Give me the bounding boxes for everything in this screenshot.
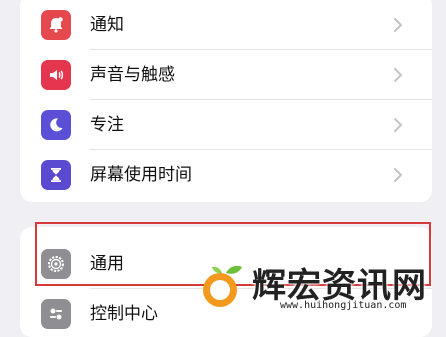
settings-group-1: 通知 声音与触感 专注 屏幕使用时间 xyxy=(20,0,432,202)
moon-icon xyxy=(41,110,71,140)
settings-row-focus[interactable]: 专注 xyxy=(20,100,432,150)
chevron-right-icon xyxy=(394,118,402,132)
control-center-icon xyxy=(41,299,71,329)
settings-row-label: 控制中心 xyxy=(90,304,158,324)
settings-row-label: 屏幕使用时间 xyxy=(90,165,192,185)
settings-row-notifications[interactable]: 通知 xyxy=(20,0,432,50)
settings-row-label: 专注 xyxy=(90,115,124,135)
chevron-right-icon xyxy=(394,168,402,182)
watermark-logo-icon xyxy=(203,265,242,307)
settings-row-label: 声音与触感 xyxy=(90,65,175,85)
notification-bell-icon xyxy=(41,10,71,40)
speaker-icon xyxy=(41,60,71,90)
chevron-right-icon xyxy=(394,68,402,82)
hourglass-icon xyxy=(41,160,71,190)
settings-row-screen-time[interactable]: 屏幕使用时间 xyxy=(20,150,432,200)
chevron-right-icon xyxy=(394,18,402,32)
watermark: 辉宏资讯网 www.huihongjituan.com xyxy=(196,258,442,314)
settings-row-sounds-haptics[interactable]: 声音与触感 xyxy=(20,50,432,100)
settings-row-label: 通知 xyxy=(90,15,124,35)
watermark-url: www.huihongjituan.com xyxy=(280,300,407,311)
